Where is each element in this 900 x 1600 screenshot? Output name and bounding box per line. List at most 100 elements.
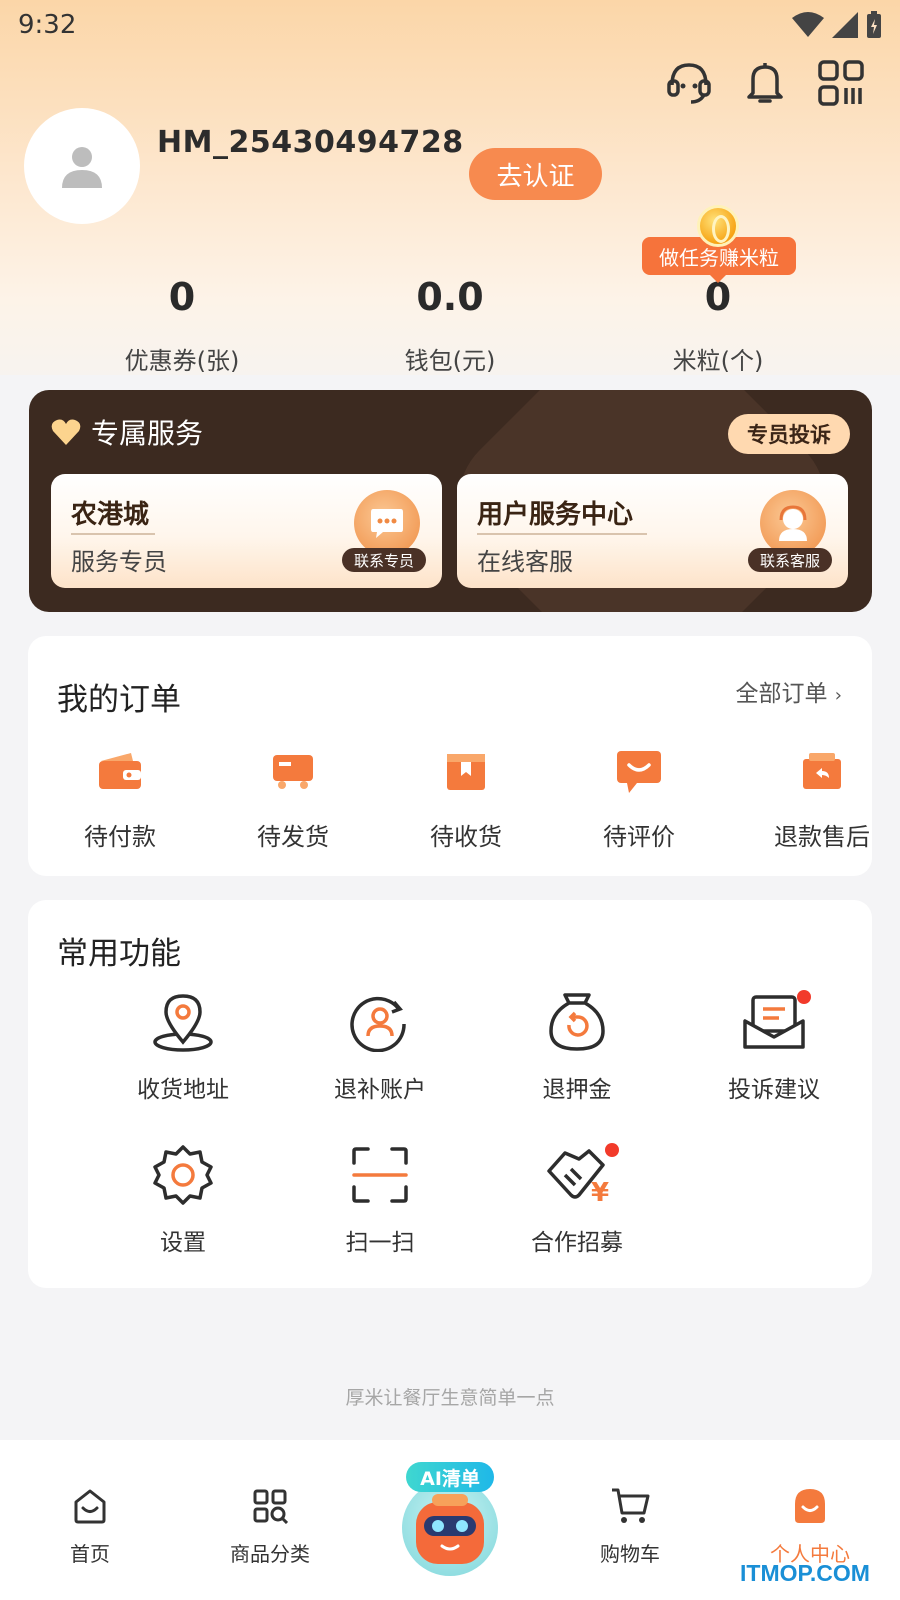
functions-panel: 常用功能 收货地址 退补账户 退押金 投诉建议 设置 扫一扫 ¥ 合作招募 — [28, 900, 872, 1288]
order-label: 待发货 — [257, 823, 329, 851]
stat-rice-points[interactable]: 0 米粒(个) — [618, 275, 818, 376]
location-icon — [98, 990, 268, 1054]
home-icon — [30, 1482, 150, 1530]
service-box-subtitle: 在线客服 — [477, 548, 573, 576]
gear-icon — [98, 1143, 268, 1207]
service-title: 专属服务 — [91, 417, 204, 450]
ai-list-badge: AI清单 — [406, 1462, 494, 1492]
status-time: 9:32 — [18, 10, 77, 40]
stat-label: 米粒(个) — [672, 347, 764, 375]
coin-icon — [697, 205, 739, 247]
order-label: 退款售后 — [774, 823, 870, 851]
service-box-user-center[interactable]: 用户服务中心 在线客服 联系客服 — [457, 474, 848, 588]
refund-icon — [752, 743, 892, 799]
comment-icon — [569, 743, 709, 799]
functions-title: 常用功能 — [57, 936, 181, 972]
func-label: 收货地址 — [137, 1077, 229, 1103]
tab-label: 购物车 — [600, 1542, 660, 1566]
all-orders-label: 全部订单 — [735, 681, 828, 707]
slogan: 厚米让餐厅生意简单一点 — [345, 1387, 555, 1409]
chevron-right-icon: › — [834, 685, 842, 706]
notification-dot — [605, 1143, 619, 1157]
func-refund-account[interactable]: 退补账户 — [295, 990, 465, 1104]
func-partnership[interactable]: ¥ 合作招募 — [492, 1143, 662, 1257]
order-pending-review[interactable]: 待评价 — [569, 743, 709, 852]
category-icon — [210, 1482, 330, 1530]
func-label: 扫一扫 — [345, 1230, 415, 1256]
cart-icon — [570, 1482, 690, 1530]
service-header: 专属服务 — [51, 412, 203, 452]
func-address[interactable]: 收货地址 — [98, 990, 268, 1104]
truck-icon — [223, 743, 363, 799]
chat-bubble-icon — [354, 490, 420, 556]
func-deposit-refund[interactable]: 退押金 — [492, 990, 662, 1104]
watermark: ITMOP.COM — [740, 1560, 870, 1586]
bell-icon[interactable] — [740, 58, 790, 108]
exclusive-service-card: 专属服务 专员投诉 农港城 服务专员 联系专员 用户服务中心 在线客服 联系客服 — [29, 390, 872, 612]
title-underline — [477, 533, 647, 535]
ai-mascot-icon — [402, 1480, 498, 1576]
handshake-icon: ¥ — [492, 1143, 662, 1207]
battery-icon — [867, 11, 881, 38]
scan-icon — [295, 1143, 465, 1207]
feedback-icon — [689, 990, 859, 1054]
service-box-subtitle: 服务专员 — [71, 548, 167, 576]
wallet-icon — [50, 743, 190, 799]
avatar[interactable] — [24, 108, 140, 224]
contact-service-tag[interactable]: 联系客服 — [748, 548, 832, 572]
username: HM_25430494728 — [157, 125, 464, 160]
func-feedback[interactable]: 投诉建议 — [689, 990, 859, 1104]
tab-label: 商品分类 — [230, 1542, 310, 1566]
header-actions — [664, 58, 866, 108]
func-label: 投诉建议 — [728, 1077, 820, 1103]
verify-button[interactable]: 去认证 — [469, 148, 602, 200]
stat-value: 0 — [168, 275, 196, 319]
stat-label: 钱包(元) — [404, 347, 496, 375]
tab-label: 首页 — [70, 1542, 110, 1566]
stat-wallet[interactable]: 0.0 钱包(元) — [350, 275, 550, 376]
heart-icon — [51, 419, 81, 445]
signal-icon — [832, 12, 858, 38]
service-box-title: 农港城 — [71, 500, 150, 530]
orders-title: 我的订单 — [57, 682, 181, 718]
tab-cart[interactable]: 购物车 — [570, 1482, 690, 1567]
default-avatar-icon — [62, 147, 102, 188]
deposit-icon — [492, 990, 662, 1054]
stat-value: 0.0 — [416, 275, 484, 319]
tab-profile[interactable]: 个人中心 — [750, 1482, 870, 1567]
title-underline — [71, 533, 155, 535]
order-pending-payment[interactable]: 待付款 — [50, 743, 190, 852]
stat-label: 优惠券(张) — [124, 347, 240, 375]
func-label: 设置 — [160, 1230, 206, 1256]
tab-home[interactable]: 首页 — [30, 1482, 150, 1567]
order-pending-shipment[interactable]: 待发货 — [223, 743, 363, 852]
agent-icon — [760, 490, 826, 556]
status-bar: 9:32 — [0, 0, 900, 50]
order-label: 待付款 — [84, 823, 156, 851]
ai-list-button[interactable]: AI清单 — [398, 1462, 502, 1577]
func-settings[interactable]: 设置 — [98, 1143, 268, 1257]
box-icon — [396, 743, 536, 799]
service-box-title: 用户服务中心 — [477, 500, 634, 530]
status-icons — [792, 11, 882, 39]
notification-dot — [797, 990, 811, 1004]
all-orders-link[interactable]: 全部订单 › — [735, 674, 842, 708]
order-label: 待收货 — [430, 823, 502, 851]
func-label: 合作招募 — [531, 1230, 623, 1256]
service-box-specialist[interactable]: 农港城 服务专员 联系专员 — [51, 474, 442, 588]
wifi-icon — [792, 12, 824, 37]
qr-code-icon[interactable] — [816, 58, 866, 108]
func-label: 退补账户 — [334, 1077, 426, 1103]
orders-panel: 我的订单 全部订单 › 待付款 待发货 待收货 待评价 退款售后 — [28, 636, 872, 876]
order-pending-receipt[interactable]: 待收货 — [396, 743, 536, 852]
complain-button[interactable]: 专员投诉 — [728, 414, 850, 454]
stat-coupons[interactable]: 0 优惠券(张) — [82, 275, 282, 376]
customer-service-icon[interactable] — [664, 58, 714, 108]
func-scan[interactable]: 扫一扫 — [295, 1143, 465, 1257]
order-refund-aftersale[interactable]: 退款售后 — [752, 743, 892, 852]
tab-category[interactable]: 商品分类 — [210, 1482, 330, 1567]
contact-specialist-tag[interactable]: 联系专员 — [342, 548, 426, 572]
order-label: 待评价 — [603, 823, 675, 851]
func-label: 退押金 — [542, 1077, 612, 1103]
account-icon — [295, 990, 465, 1054]
